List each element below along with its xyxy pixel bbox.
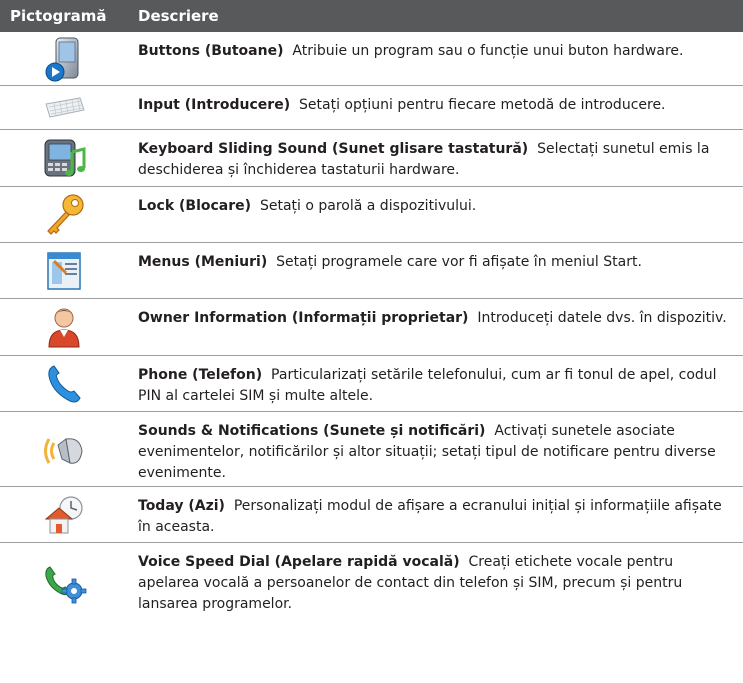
row-title: Menus (Meniuri) (138, 254, 268, 270)
table-row: Input (Introducere) Setați opțiuni pentr… (0, 86, 743, 130)
row-title: Owner Information (Informații proprietar… (138, 310, 469, 326)
owner-person-icon (48, 308, 80, 348)
phone-handset-icon (48, 364, 81, 402)
row-title: Lock (Blocare) (138, 198, 252, 214)
icon-cell (0, 187, 128, 242)
buttons-pda-icon (45, 37, 79, 81)
row-title: Voice Speed Dial (Apelare rapidă vocală) (138, 554, 460, 570)
icon-cell (0, 356, 128, 411)
description-cell: Today (Azi) Personalizați modul de afișa… (128, 487, 743, 542)
keyboard-icon (45, 96, 85, 118)
description-cell: Voice Speed Dial (Apelare rapidă vocală)… (128, 543, 743, 623)
description-cell: Input (Introducere) Setați opțiuni pentr… (128, 86, 743, 129)
menu-window-icon (47, 251, 81, 290)
row-title: Input (Introducere) (138, 97, 291, 113)
phone-music-icon (44, 139, 86, 177)
icon-cell (0, 487, 128, 542)
table-header: Pictogramă Descriere (0, 0, 743, 32)
row-text: Setați opțiuni pentru fiecare metodă de … (299, 97, 666, 113)
row-text: Introduceți datele dvs. în dispozitiv. (477, 310, 727, 326)
row-text: Setați programele care vor fi afișate în… (276, 254, 642, 270)
table-row: Keyboard Sliding Sound (Sunet glisare ta… (0, 130, 743, 187)
table-row: Sounds & Notifications (Sunete și notifi… (0, 412, 743, 487)
row-text: Atribuie un program sau o funcție unui b… (292, 43, 684, 59)
icon-cell (0, 243, 128, 298)
description-cell: Buttons (Butoane) Atribuie un program sa… (128, 32, 743, 85)
description-cell: Phone (Telefon) Particularizați setările… (128, 356, 743, 411)
key-icon (47, 193, 84, 235)
home-clock-icon (44, 495, 83, 533)
table-row: Voice Speed Dial (Apelare rapidă vocală)… (0, 543, 743, 623)
description-cell: Owner Information (Informații proprietar… (128, 299, 743, 355)
row-text: Personalizați modul de afișare a ecranul… (138, 498, 722, 535)
icon-cell (0, 86, 128, 129)
table-row: Menus (Meniuri) Setați programele care v… (0, 243, 743, 299)
icon-cell (0, 543, 128, 623)
header-description-column: Descriere (138, 7, 219, 25)
description-cell: Keyboard Sliding Sound (Sunet glisare ta… (128, 130, 743, 186)
row-text: Setați o parolă a dispozitivului. (259, 198, 477, 214)
row-title: Phone (Telefon) (138, 367, 263, 383)
table-row: Lock (Blocare) Setați o parolă a dispozi… (0, 187, 743, 243)
icon-cell (0, 130, 128, 186)
table-row: Buttons (Butoane) Atribuie un program sa… (0, 32, 743, 86)
description-cell: Lock (Blocare) Setați o parolă a dispozi… (128, 187, 743, 242)
icon-cell (0, 299, 128, 355)
header-icon-column: Pictogramă (10, 7, 107, 25)
settings-icon-table: Pictogramă Descriere Buttons (Butoane) A… (0, 0, 743, 623)
table-row: Today (Azi) Personalizați modul de afișa… (0, 487, 743, 543)
row-title: Sounds & Notifications (Sunete și notifi… (138, 423, 486, 439)
table-row: Owner Information (Informații proprietar… (0, 299, 743, 356)
row-title: Today (Azi) (138, 498, 225, 514)
table-row: Phone (Telefon) Particularizați setările… (0, 356, 743, 412)
icon-cell (0, 412, 128, 486)
row-title: Keyboard Sliding Sound (Sunet glisare ta… (138, 141, 529, 157)
description-cell: Menus (Meniuri) Setați programele care v… (128, 243, 743, 298)
icon-cell (0, 32, 128, 85)
voice-dial-gear-icon (45, 566, 87, 604)
description-cell: Sounds & Notifications (Sunete și notifi… (128, 412, 743, 486)
speaker-sound-icon (44, 438, 83, 464)
row-title: Buttons (Butoane) (138, 43, 284, 59)
